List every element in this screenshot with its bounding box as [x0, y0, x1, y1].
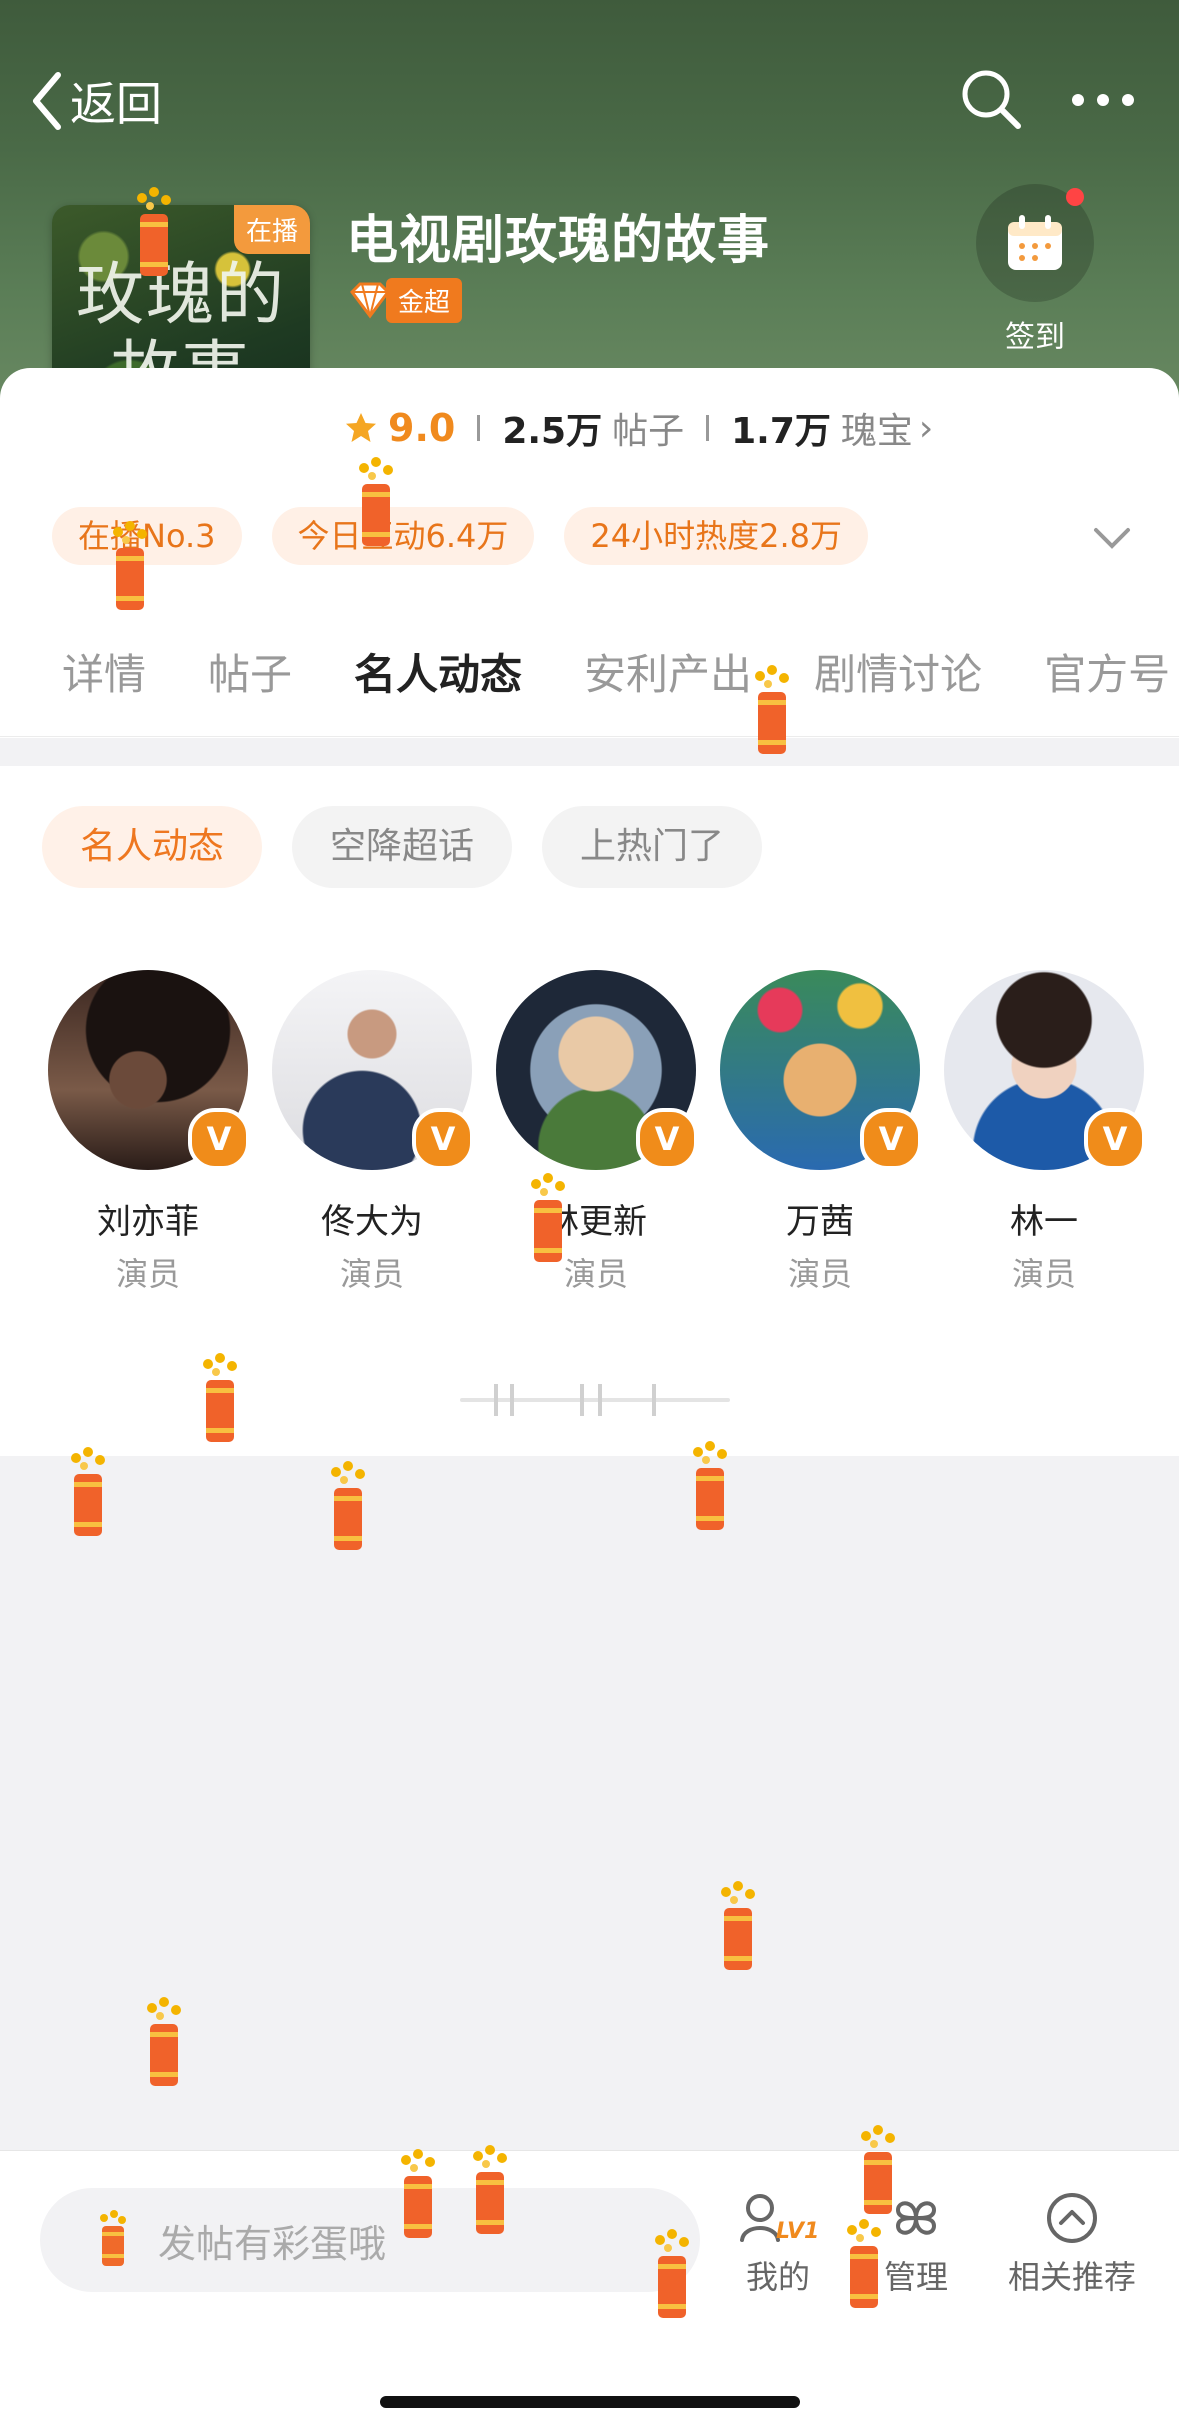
tab-official[interactable]: 官方号 — [1013, 640, 1179, 736]
subtab-trending[interactable]: 上热门了 — [542, 806, 763, 888]
mine-button[interactable]: LV1 我的 — [708, 2190, 848, 2298]
loading-indicator-icon — [460, 1384, 730, 1416]
home-indicator — [380, 2396, 800, 2408]
topic-title: 电视剧玫瑰的故事 — [346, 211, 771, 271]
firecracker-icon — [331, 1461, 365, 1550]
firecracker-icon — [755, 665, 789, 754]
chip-interaction[interactable]: 今日互动6.4万 — [271, 507, 535, 565]
chip-heat[interactable]: 24小时热度2.8万 — [564, 507, 869, 565]
live-tag: 在播 — [233, 205, 310, 254]
tab-label: 剧情讨论 — [814, 650, 983, 699]
celebrity-name: 林更新 — [545, 1202, 647, 1242]
firecracker-icon — [359, 457, 393, 546]
firecracker-icon — [401, 2149, 435, 2238]
firecracker-icon — [693, 1441, 727, 1530]
celebrity-role: 演员 — [339, 1255, 404, 1293]
topic-chips: 在播No.3 今日互动6.4万 24小时热度2.8万 — [52, 507, 898, 565]
back-button[interactable]: 返回 — [30, 66, 162, 136]
star-icon — [346, 413, 376, 442]
more-icon[interactable] — [1068, 80, 1138, 120]
firecracker-icon — [847, 2219, 881, 2308]
celebrity-role: 演员 — [115, 1255, 180, 1293]
tab-details[interactable]: 详情 — [0, 640, 177, 736]
firecracker-icon — [473, 2145, 507, 2234]
search-icon[interactable] — [958, 66, 1024, 132]
tab-label: 安利产出 — [584, 650, 753, 699]
divider — [477, 415, 481, 441]
gold-super-badge[interactable]: 金超 — [346, 277, 463, 323]
divider — [706, 415, 710, 441]
topic-tabs: 详情 帖子 名人动态 安利产出 剧情讨论 官方号 — [0, 640, 1179, 737]
tab-label: 详情 — [62, 650, 147, 699]
celebrity-role: 演员 — [563, 1255, 628, 1293]
avatar[interactable]: V — [720, 970, 922, 1170]
chevron-left-icon — [33, 72, 61, 130]
verified-icon: V — [412, 1108, 474, 1170]
tab-label: 名人动态 — [354, 650, 523, 699]
checkin-label: 签到 — [1005, 320, 1065, 355]
celebrity-name: 万茜 — [786, 1202, 854, 1242]
related-recommend-button[interactable]: 相关推荐 — [992, 2190, 1152, 2298]
tab-celebrity-updates[interactable]: 名人动态 — [323, 640, 553, 736]
treasure-unit: 瑰宝 — [840, 411, 913, 452]
manage-label: 管理 — [883, 2258, 948, 2296]
level-tag: LV1 — [776, 2219, 818, 2244]
celebrity-item[interactable]: V 林更新 演员 — [484, 970, 708, 1295]
avatar[interactable]: V — [944, 970, 1146, 1170]
avatar[interactable]: V — [48, 970, 250, 1170]
firecracker-icon — [655, 2229, 689, 2318]
firecracker-icon — [861, 2125, 895, 2214]
celebrity-role: 演员 — [787, 1255, 852, 1293]
celebrity-item[interactable]: V 刘亦菲 演员 — [36, 970, 260, 1295]
chevron-right-icon: › — [918, 407, 934, 449]
sub-tabs: 名人动态 空降超话 上热门了 — [42, 806, 792, 888]
celebrity-item[interactable]: V 万茜 演员 — [708, 970, 932, 1295]
back-label: 返回 — [70, 77, 162, 131]
celebrity-name: 刘亦菲 — [97, 1202, 199, 1242]
notification-dot — [1066, 188, 1084, 206]
avatar[interactable]: V — [272, 970, 474, 1170]
firecracker-icon — [71, 1447, 105, 1536]
celebrity-name: 佟大为 — [321, 1202, 423, 1242]
posts-value: 2.5万 — [502, 411, 603, 452]
verified-icon: V — [188, 1108, 250, 1170]
verified-icon: V — [860, 1108, 922, 1170]
celebrity-list: V 刘亦菲 演员 V 佟大为 演员 V 林更新 演员 V 万茜 演员 V 林一 … — [36, 970, 1156, 1295]
firecracker-icon — [531, 1173, 565, 1262]
treasure-value: 1.7万 — [731, 411, 831, 452]
circle-chevron-up-icon — [1047, 2193, 1097, 2243]
badge-label: 金超 — [386, 277, 463, 323]
mine-label: 我的 — [745, 2258, 810, 2296]
chevron-down-icon[interactable] — [1090, 520, 1134, 554]
topic-stats[interactable]: 9.0 2.5万 帖子 1.7万 瑰宝 › — [344, 400, 933, 456]
score-value: 9.0 — [388, 406, 456, 450]
posts-unit: 帖子 — [612, 411, 685, 452]
calendar-icon — [1008, 215, 1062, 270]
tab-label: 帖子 — [208, 650, 293, 699]
subtab-celebrity-updates[interactable]: 名人动态 — [42, 806, 263, 888]
tab-posts[interactable]: 帖子 — [177, 640, 323, 736]
firecracker-icon — [721, 1881, 755, 1970]
recommend-label: 相关推荐 — [1007, 2258, 1136, 2296]
celebrity-role: 演员 — [1011, 1255, 1076, 1293]
firecracker-icon — [113, 521, 147, 610]
celebrity-item[interactable]: V 佟大为 演员 — [260, 970, 484, 1295]
diamond-icon — [350, 282, 390, 319]
verified-icon: V — [1084, 1108, 1146, 1170]
firecracker-icon — [137, 187, 171, 276]
person-icon: LV1 — [740, 2194, 818, 2244]
subtab-airdrop[interactable]: 空降超话 — [292, 806, 513, 888]
tab-plot-discussion[interactable]: 剧情讨论 — [783, 640, 1013, 736]
post-input[interactable]: 发帖有彩蛋哦 — [40, 2188, 700, 2292]
firecracker-icon — [100, 2210, 126, 2266]
celebrity-item[interactable]: V 林一 演员 — [932, 970, 1156, 1295]
tab-label: 官方号 — [1044, 650, 1171, 699]
celebrity-name: 林一 — [1010, 1202, 1078, 1242]
firecracker-icon — [147, 1997, 181, 2086]
verified-icon: V — [636, 1108, 698, 1170]
post-input-placeholder: 发帖有彩蛋哦 — [158, 2221, 387, 2266]
firecracker-icon — [203, 1353, 237, 1442]
avatar[interactable]: V — [496, 970, 698, 1170]
